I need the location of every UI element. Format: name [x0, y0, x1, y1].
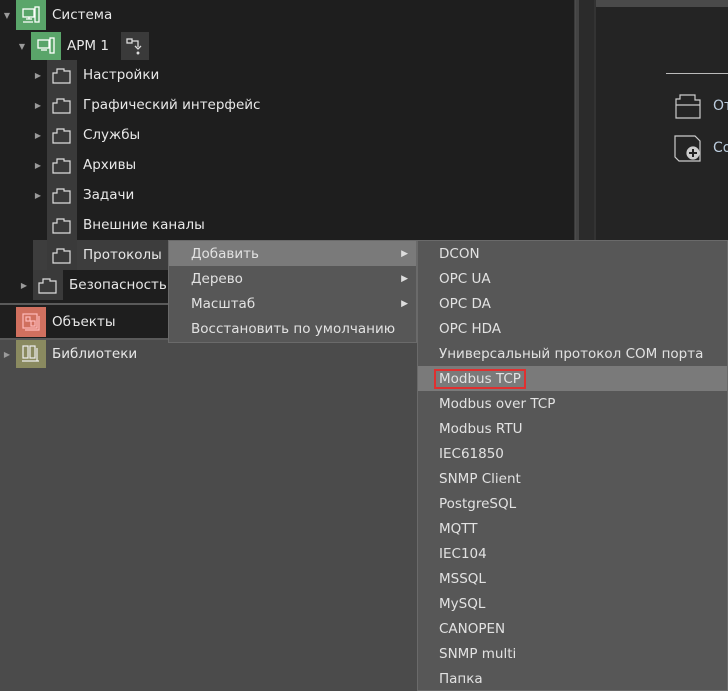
tree-label: Задачи: [83, 187, 135, 203]
system-icon: [16, 0, 46, 30]
section-label: Библиотеки: [52, 346, 138, 362]
context-menu: Добавить ▶ Дерево ▶ Масштаб ▶ Восстановить по …: [168, 240, 417, 343]
expand-arrow-icon[interactable]: ▶: [19, 281, 29, 290]
submenu-item[interactable]: Универсальный протокол COM порта: [418, 341, 727, 366]
tree-item[interactable]: ▶ Службы: [33, 120, 140, 150]
submenu-item[interactable]: CANOPEN: [418, 616, 727, 641]
submenu-item[interactable]: SNMP multi: [418, 641, 727, 666]
context-menu-item[interactable]: Масштаб ▶: [169, 291, 416, 316]
section-label: Объекты: [52, 313, 116, 330]
open-project-link[interactable]: От: [673, 91, 728, 121]
context-menu-item[interactable]: Восстановить по умолчанию: [169, 316, 416, 341]
folder-icon: [47, 180, 77, 210]
folder-icon: [47, 120, 77, 150]
submenu-item[interactable]: PostgreSQL: [418, 491, 727, 516]
submenu-item[interactable]: OPC UA: [418, 266, 727, 291]
tree-item-security[interactable]: ▶ Безопасность: [19, 270, 167, 300]
expand-arrow-icon[interactable]: ▶: [33, 131, 43, 140]
objects-icon: [16, 306, 46, 337]
tree-label: АРМ 1: [67, 38, 109, 54]
tree-label: Графический интерфейс: [83, 97, 261, 113]
submenu-item[interactable]: Папка: [418, 666, 727, 691]
create-project-icon: [674, 135, 701, 162]
context-menu-item[interactable]: Дерево ▶: [169, 266, 416, 291]
submenu-item[interactable]: Modbus TCP: [418, 366, 727, 391]
expand-arrow-icon[interactable]: ▶: [33, 101, 43, 110]
folder-icon: [47, 150, 77, 180]
submenu-item[interactable]: MSSQL: [418, 566, 727, 591]
expand-arrow-icon[interactable]: ▶: [33, 161, 43, 170]
move-down-icon[interactable]: [120, 32, 149, 60]
submenu-arrow-icon: ▶: [401, 248, 408, 259]
tree-label: Система: [52, 7, 113, 23]
folder-open-icon: [675, 94, 701, 119]
submenu-arrow-icon: ▶: [401, 273, 408, 284]
tree-item[interactable]: ▶ Графический интерфейс: [33, 90, 260, 120]
submenu-item[interactable]: OPC DA: [418, 291, 727, 316]
submenu-item[interactable]: Modbus RTU: [418, 416, 727, 441]
submenu-item[interactable]: MySQL: [418, 591, 727, 616]
submenu-item[interactable]: OPC HDA: [418, 316, 727, 341]
tree-label: Архивы: [83, 157, 137, 173]
expand-arrow-icon[interactable]: ▼: [2, 11, 12, 20]
tree-label: Внешние каналы: [83, 217, 205, 233]
submenu-item[interactable]: SNMP Client: [418, 466, 727, 491]
expand-arrow-icon[interactable]: ▼: [17, 42, 27, 51]
divider: [666, 73, 728, 74]
tree-item[interactable]: ▶ Задачи: [33, 180, 134, 210]
add-submenu: DCON OPC UA OPC DA OPC HDA Универсальный про…: [417, 240, 728, 691]
folder-icon: [47, 240, 77, 270]
expand-arrow-icon[interactable]: ▶: [33, 191, 43, 200]
submenu-item[interactable]: DCON: [418, 241, 727, 266]
tree-item[interactable]: ▶ Архивы: [33, 150, 136, 180]
tree-item[interactable]: Внешние каналы: [33, 210, 205, 240]
submenu-item[interactable]: IEC61850: [418, 441, 727, 466]
tree-label: Безопасность: [69, 277, 167, 293]
folder-icon: [47, 90, 77, 120]
submenu-arrow-icon: ▶: [401, 298, 408, 309]
submenu-item[interactable]: IEC104: [418, 541, 727, 566]
submenu-item[interactable]: Modbus over TCP: [418, 391, 727, 416]
folder-icon: [33, 270, 63, 300]
workstation-icon: [31, 32, 61, 60]
context-menu-item[interactable]: Добавить ▶: [169, 241, 416, 266]
expand-arrow-icon[interactable]: ▶: [33, 71, 43, 80]
tree-item[interactable]: ▶ Настройки: [33, 60, 159, 90]
tree-item[interactable]: Протоколы: [33, 240, 172, 270]
folder-icon: [47, 210, 77, 240]
folder-icon: [47, 60, 77, 90]
submenu-item[interactable]: MQTT: [418, 516, 727, 541]
tree-item-arm[interactable]: ▼ АРМ 1: [17, 31, 155, 61]
expand-arrow-icon[interactable]: ▶: [2, 350, 12, 359]
tree-label: Протоколы: [83, 247, 162, 263]
tree-label: Настройки: [83, 67, 160, 83]
libraries-icon: [16, 340, 46, 368]
tree-item-system[interactable]: ▼ Система: [2, 0, 112, 30]
tree-label: Службы: [83, 127, 141, 143]
create-project-link[interactable]: Со: [673, 133, 728, 163]
